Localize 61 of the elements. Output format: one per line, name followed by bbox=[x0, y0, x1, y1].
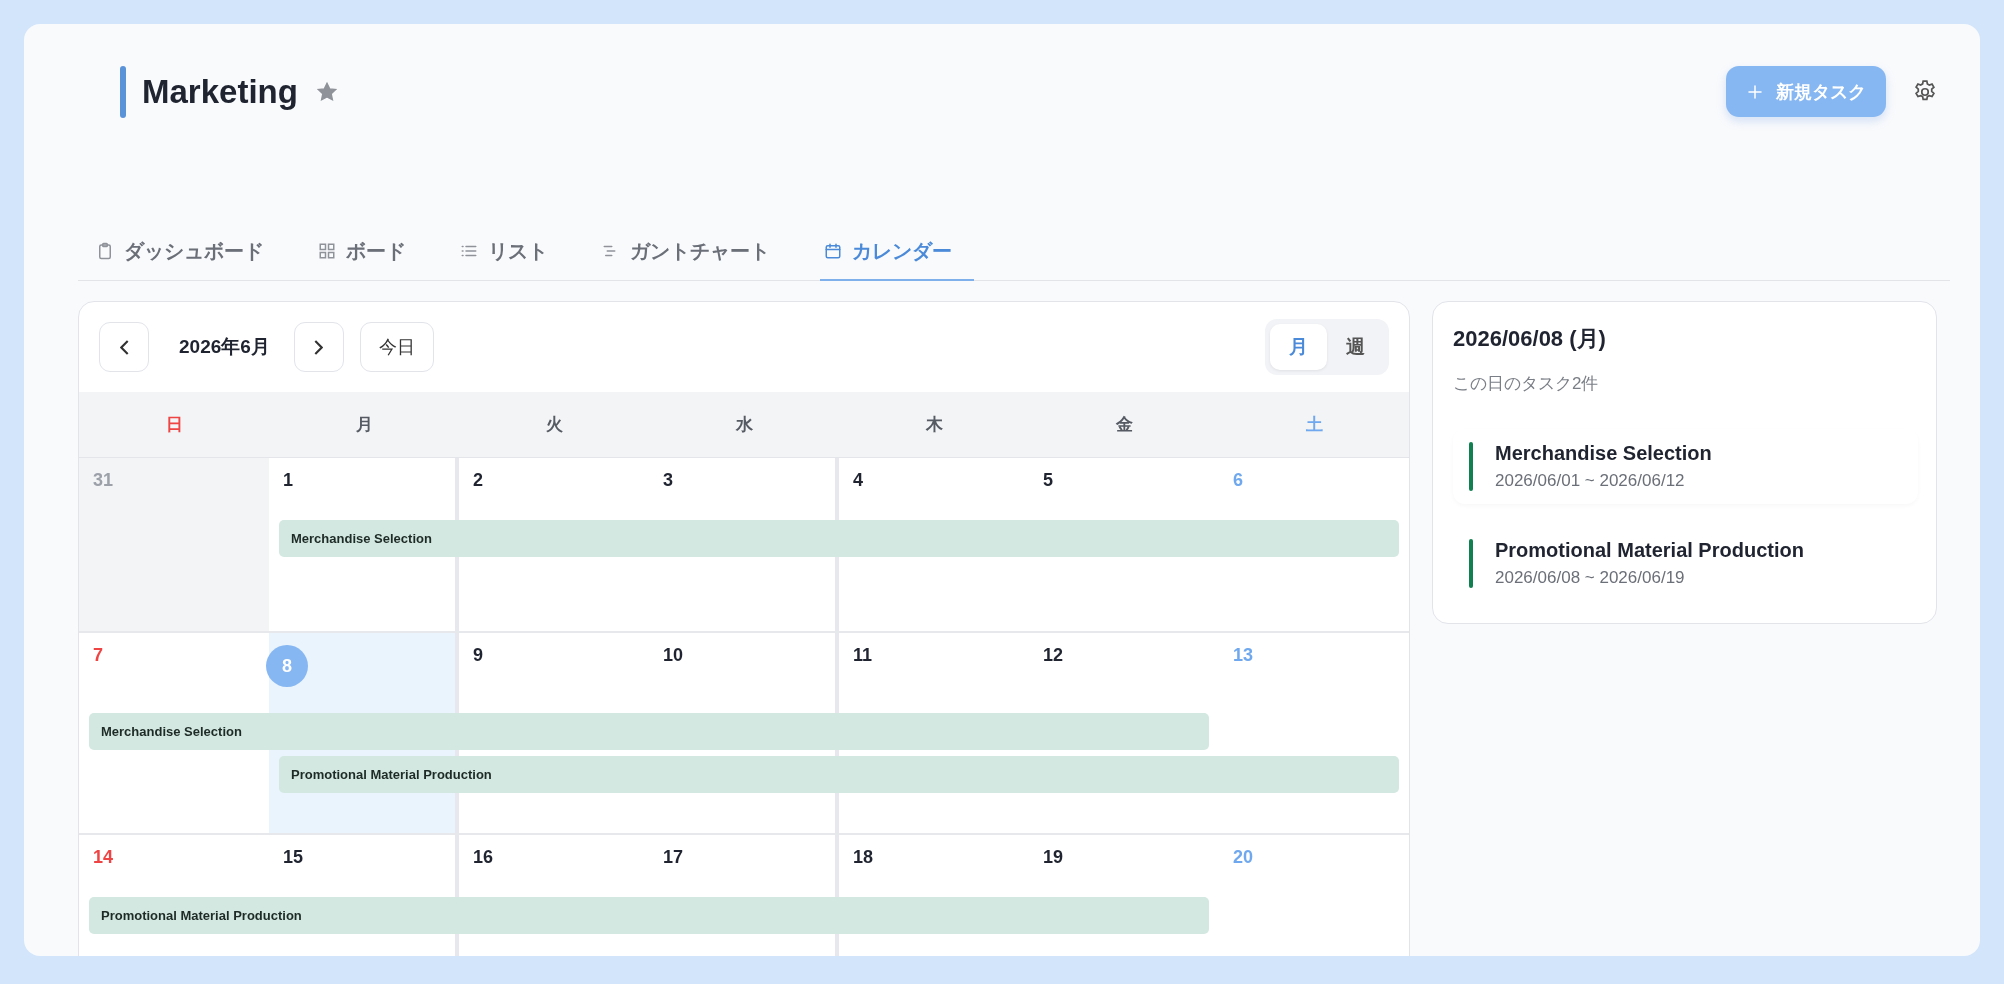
day-number: 5 bbox=[1043, 470, 1053, 491]
event-bar[interactable]: Merchandise Selection bbox=[279, 520, 1399, 557]
view-tab[interactable]: ボード bbox=[314, 223, 428, 281]
day-number: 15 bbox=[283, 847, 304, 868]
day-number: 10 bbox=[663, 645, 684, 666]
view-tab[interactable]: リスト bbox=[456, 223, 570, 281]
day-number: 31 bbox=[93, 470, 114, 491]
view-tab[interactable]: ガントチャート bbox=[598, 223, 792, 281]
day-number: 2 bbox=[473, 470, 483, 491]
month-label: 2026年6月 bbox=[179, 335, 270, 359]
calendar-icon bbox=[824, 242, 842, 260]
task-item[interactable]: Promotional Material Production 2026/06/08 ~ 2026/06/19 bbox=[1453, 526, 1918, 601]
task-count: この日のタスク2件 bbox=[1453, 373, 1600, 395]
task-stripe bbox=[1469, 539, 1473, 588]
weekday-label: 水 bbox=[734, 414, 754, 436]
day-number: 1 bbox=[283, 470, 293, 491]
day-number: 17 bbox=[663, 847, 684, 868]
day-number: 20 bbox=[1233, 847, 1254, 868]
day-number: 19 bbox=[1043, 847, 1064, 868]
day-number: 3 bbox=[663, 470, 673, 491]
title-accent-bar bbox=[120, 65, 126, 118]
task-stripe bbox=[1469, 442, 1473, 491]
today-button[interactable]: 今日 bbox=[359, 322, 434, 372]
day-number: 12 bbox=[1043, 645, 1064, 666]
day-number: 14 bbox=[93, 847, 114, 868]
selected-date: 2026/06/08 (月) bbox=[1453, 325, 1607, 353]
task-title: Merchandise Selection bbox=[1495, 442, 1712, 465]
grid-icon bbox=[318, 242, 336, 260]
previous-month-button[interactable] bbox=[99, 322, 149, 372]
weekday-label: 木 bbox=[924, 414, 944, 436]
chevron-right-icon bbox=[314, 339, 324, 355]
day-number: 13 bbox=[1233, 645, 1254, 666]
event-bar[interactable]: Promotional Material Production bbox=[89, 897, 1209, 934]
task-title: Promotional Material Production bbox=[1495, 539, 1804, 562]
day-number: 18 bbox=[853, 847, 874, 868]
chevron-left-icon bbox=[119, 339, 129, 355]
day-number: 16 bbox=[473, 847, 494, 868]
day-number: 6 bbox=[1233, 470, 1243, 491]
clipboard-icon bbox=[96, 242, 114, 260]
day-number: 9 bbox=[473, 645, 483, 666]
task-dates: 2026/06/01 ~ 2026/06/12 bbox=[1495, 471, 1686, 491]
weekday-label: 金 bbox=[1114, 414, 1134, 436]
day-number: 11 bbox=[853, 645, 873, 666]
weekday-label: 日 bbox=[164, 414, 184, 436]
event-bar[interactable]: Merchandise Selection bbox=[89, 713, 1209, 750]
view-option[interactable]: 週 bbox=[1327, 324, 1384, 370]
weekday-label: 土 bbox=[1304, 414, 1324, 436]
view-option[interactable]: 月 bbox=[1270, 324, 1327, 370]
weekday-label: 月 bbox=[354, 414, 374, 436]
task-dates: 2026/06/08 ~ 2026/06/19 bbox=[1495, 568, 1686, 588]
plus-icon bbox=[1746, 82, 1764, 101]
next-month-button[interactable] bbox=[293, 322, 344, 372]
favorite-button[interactable] bbox=[315, 80, 338, 103]
task-item[interactable]: Merchandise Selection 2026/06/01 ~ 2026/06/12 bbox=[1453, 429, 1918, 504]
day-number: 7 bbox=[93, 645, 103, 666]
day-number: 4 bbox=[853, 470, 863, 491]
view-tab[interactable]: カレンダー bbox=[820, 223, 974, 281]
event-bar[interactable]: Promotional Material Production bbox=[279, 756, 1399, 793]
project-title: Marketing bbox=[142, 72, 298, 111]
weekday-label: 火 bbox=[544, 414, 564, 436]
view-tab[interactable]: ダッシュボード bbox=[96, 223, 286, 281]
